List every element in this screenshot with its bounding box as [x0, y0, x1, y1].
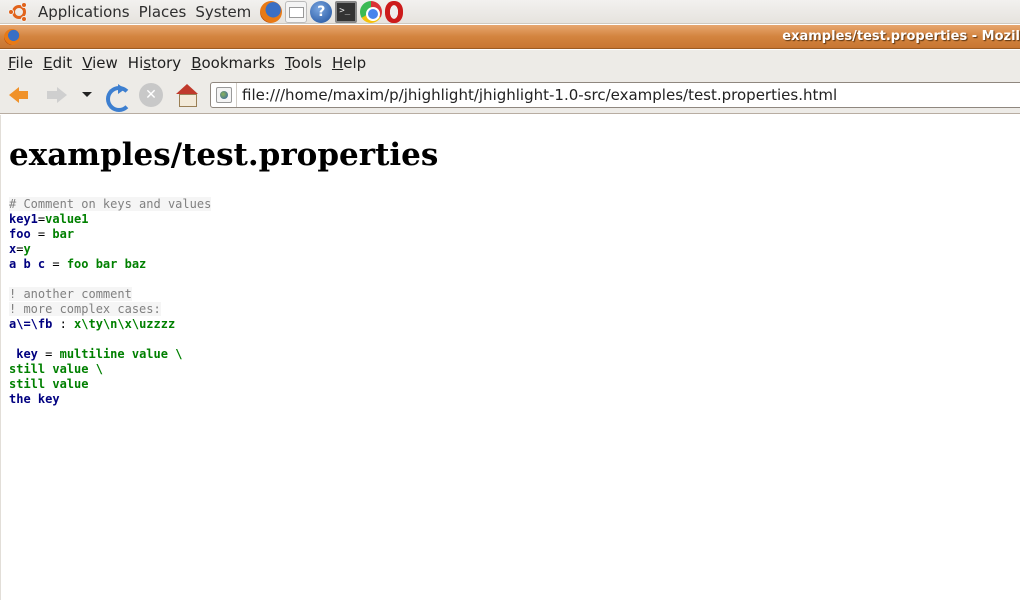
- home-icon[interactable]: [175, 83, 199, 107]
- value-token: value1: [45, 212, 89, 226]
- code-line: a b c = foo bar baz: [9, 257, 211, 272]
- value-token: x\ty\n\x\uzzzz: [74, 317, 176, 331]
- firefox-icon[interactable]: [260, 0, 283, 23]
- code-block: # Comment on keys and values key1=value1 f…: [9, 197, 212, 407]
- separator-token: =: [45, 257, 67, 271]
- menu-history[interactable]: History: [123, 50, 186, 76]
- code-line: # Comment on keys and values: [9, 197, 212, 212]
- code-line: ! more complex cases:: [9, 302, 211, 317]
- window-titlebar[interactable]: examples/test.properties - Mozil: [0, 25, 1020, 49]
- opera-icon[interactable]: [385, 0, 404, 23]
- key-token: a\=\fb: [9, 317, 53, 331]
- key-token: the key: [9, 392, 60, 406]
- reload-icon[interactable]: [104, 83, 132, 112]
- url-input[interactable]: file:///home/maxim/p/jhighlight/jhighlig…: [242, 83, 837, 107]
- value-token: still value: [9, 377, 89, 391]
- stop-icon[interactable]: [139, 83, 163, 107]
- value-token: foo bar baz: [66, 257, 147, 271]
- separator-token: =: [30, 227, 53, 241]
- panel-menu-places[interactable]: Places: [136, 0, 193, 24]
- key-token: key1: [9, 212, 38, 226]
- code-line: ! another comment: [9, 287, 211, 302]
- key-token: key: [16, 347, 38, 361]
- separator-token: =: [37, 347, 60, 361]
- separator-token: :: [52, 317, 75, 331]
- comment-token: ! more complex cases:: [9, 302, 161, 316]
- code-line: key = multiline value \: [9, 347, 211, 362]
- chrome-icon[interactable]: [360, 0, 383, 23]
- menu-bar: File Edit View History Bookmarks Tools Help: [0, 50, 1020, 76]
- history-dropdown-icon[interactable]: [80, 83, 94, 107]
- navigation-toolbar: file:///home/maxim/p/jhighlight/jhighlig…: [0, 76, 1020, 114]
- code-line: a\=\fb : x\ty\n\x\uzzzz: [9, 317, 211, 332]
- page-title: examples/test.properties: [9, 137, 439, 173]
- menu-view[interactable]: View: [77, 50, 123, 76]
- firefox-window-icon[interactable]: [4, 29, 20, 45]
- value-token: multiline value \: [59, 347, 183, 361]
- page-content: examples/test.properties # Comment on ke…: [0, 115, 1020, 600]
- menu-file[interactable]: File: [3, 50, 38, 76]
- code-line: still value: [9, 377, 211, 392]
- mail-icon[interactable]: [285, 0, 308, 23]
- panel-menu-system[interactable]: System: [192, 0, 257, 24]
- back-arrow-icon[interactable]: [8, 83, 32, 107]
- ubuntu-logo-icon[interactable]: [8, 1, 30, 23]
- comment-token: ! another comment: [9, 287, 132, 301]
- code-line: foo = bar: [9, 227, 211, 242]
- comment-token: # Comment on keys and values: [9, 197, 212, 211]
- code-line: the key: [9, 392, 211, 407]
- help-icon[interactable]: ?: [310, 0, 333, 23]
- key-token: a b c: [9, 257, 46, 271]
- key-token: foo: [9, 227, 31, 241]
- code-line: key1=value1: [9, 212, 211, 227]
- terminal-icon[interactable]: >_: [335, 0, 358, 23]
- window-title: examples/test.properties - Mozil: [782, 29, 1020, 44]
- value-token: y: [23, 242, 31, 256]
- site-identity-icon[interactable]: [216, 87, 232, 103]
- url-divider: [236, 83, 237, 107]
- panel-menu-applications[interactable]: Applications: [35, 0, 136, 24]
- menu-tools[interactable]: Tools: [280, 50, 327, 76]
- menu-help[interactable]: Help: [327, 50, 371, 76]
- forward-arrow-icon[interactable]: [44, 83, 68, 107]
- code-line: still value \: [9, 362, 211, 377]
- code-line: x=y: [9, 242, 211, 257]
- value-token: bar: [52, 227, 75, 241]
- menu-bookmarks[interactable]: Bookmarks: [186, 50, 280, 76]
- url-bar[interactable]: file:///home/maxim/p/jhighlight/jhighlig…: [210, 82, 1020, 108]
- value-token: still value \: [9, 362, 103, 376]
- gnome-top-panel: Applications Places System ? >_: [0, 0, 1020, 24]
- menu-edit[interactable]: Edit: [38, 50, 77, 76]
